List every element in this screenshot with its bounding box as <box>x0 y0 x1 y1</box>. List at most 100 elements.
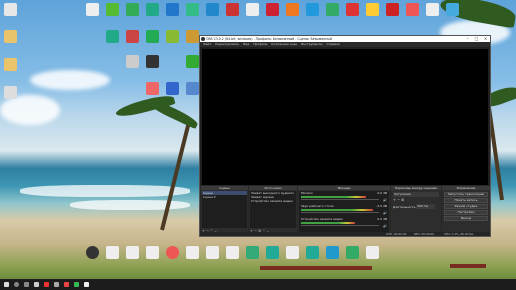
mute-icon[interactable]: 🔊 <box>383 211 387 215</box>
sources-list[interactable]: Захват выходного аудиопо Захват экрана У… <box>250 191 296 228</box>
task-view-icon[interactable] <box>24 282 29 287</box>
menu-profile[interactable]: Профиль <box>253 42 267 47</box>
volume-slider[interactable] <box>301 212 379 213</box>
desktop-app-icon[interactable] <box>366 3 379 16</box>
desktop-app-icon[interactable] <box>186 82 199 95</box>
menu-view[interactable]: Вид <box>243 42 249 47</box>
search-icon[interactable] <box>14 282 19 287</box>
desktop-app-icon[interactable] <box>146 30 159 43</box>
desktop-app-icon[interactable] <box>166 30 179 43</box>
menu-edit[interactable]: Редактировать <box>215 42 239 47</box>
menu-file[interactable]: Файл <box>203 42 211 47</box>
mute-icon[interactable]: 🔊 <box>383 224 387 228</box>
desktop-app-icon[interactable] <box>146 246 159 259</box>
start-icon[interactable] <box>4 282 9 287</box>
desktop-app-icon[interactable] <box>186 3 199 16</box>
scene-item[interactable]: Сцена 2 <box>202 195 247 199</box>
desktop-app-icon[interactable] <box>346 3 359 16</box>
taskbar-app-icon[interactable] <box>44 282 49 287</box>
desktop-app-icon[interactable] <box>126 55 139 68</box>
desktop-app-icon[interactable] <box>126 246 139 259</box>
volume-meter <box>301 209 373 211</box>
mute-icon[interactable]: 🔊 <box>383 198 387 202</box>
desktop-app-icon[interactable] <box>126 30 139 43</box>
gear-icon[interactable]: ⚙ <box>401 198 404 202</box>
desktop-app-icon[interactable] <box>186 246 199 259</box>
duration-label: Длительность <box>393 205 416 209</box>
desktop-app-icon[interactable] <box>146 55 159 68</box>
desktop-app-icon[interactable] <box>286 246 299 259</box>
duration-input[interactable]: 300 ms <box>416 204 435 209</box>
mixer-dock: Микшер Mic/Aux 0.0 dB 🔊 Звук рабочего ст… <box>298 186 390 234</box>
desktop-app-icon[interactable] <box>306 3 319 16</box>
studio-mode-button[interactable]: Режим студии <box>444 204 488 209</box>
mixer-channel: Устройство захвата видео 0.0 dB 🔊 <box>299 217 389 229</box>
taskbar-app-icon[interactable] <box>54 282 59 287</box>
desktop-app-icon[interactable] <box>126 3 139 16</box>
controls-header: Управление <box>442 186 490 190</box>
desktop-app-icon[interactable] <box>206 246 219 259</box>
transitions-header: Переходы между сценами <box>391 186 441 190</box>
scenes-list[interactable]: Сцена Сцена 2 <box>202 191 247 228</box>
volume-slider[interactable] <box>301 199 379 200</box>
source-item[interactable]: Устройство захвата видео <box>250 199 296 203</box>
desktop-app-icon[interactable] <box>366 246 379 259</box>
desktop-app-icon[interactable] <box>206 3 219 16</box>
desktop-app-icon[interactable] <box>166 82 179 95</box>
desktop-app-icon[interactable] <box>326 3 339 16</box>
desktop-app-icon[interactable] <box>226 246 239 259</box>
channel-db: -3.5 dB <box>376 204 387 208</box>
desktop-app-icon[interactable] <box>86 246 99 259</box>
desktop-app-icon[interactable] <box>146 82 159 95</box>
desktop-app-icon[interactable] <box>306 246 319 259</box>
desktop-app-icon[interactable] <box>406 3 419 16</box>
taskbar-app-icon[interactable] <box>74 282 79 287</box>
desktop-app-icon[interactable] <box>226 3 239 16</box>
desktop-app-icon[interactable] <box>386 3 399 16</box>
desktop-app-icon[interactable] <box>4 30 17 43</box>
desktop-app-icon[interactable] <box>186 55 199 68</box>
taskbar-app-icon[interactable] <box>64 282 69 287</box>
desktop-app-icon[interactable] <box>146 3 159 16</box>
desktop-app-icon[interactable] <box>426 3 439 16</box>
desktop-app-icon[interactable] <box>4 86 17 99</box>
desktop-app-icon[interactable] <box>86 3 99 16</box>
volume-slider[interactable] <box>301 225 379 226</box>
desktop-app-icon[interactable] <box>266 246 279 259</box>
desktop-app-icon[interactable] <box>4 3 17 16</box>
exit-button[interactable]: Выход <box>444 216 488 221</box>
desktop-app-icon[interactable] <box>166 3 179 16</box>
live-timer: LIVE: 00:00:00 <box>386 232 407 236</box>
settings-button[interactable]: Настройки <box>444 210 488 215</box>
desktop-app-icon[interactable] <box>4 58 17 71</box>
desktop-app-icon[interactable] <box>246 246 259 259</box>
rec-timer: REC: 00:00:00 <box>414 232 435 236</box>
desktop-app-icon[interactable] <box>326 246 339 259</box>
desktop-app-icon[interactable] <box>346 246 359 259</box>
transition-type-select[interactable]: Затухание <box>393 192 439 197</box>
menu-scene-collection[interactable]: Коллекция сцен <box>271 42 297 47</box>
add-icon[interactable]: + <box>393 198 396 202</box>
start-streaming-button[interactable]: Запустить трансляцию <box>444 192 488 197</box>
taskbar <box>0 279 516 290</box>
remove-icon[interactable]: − <box>397 198 400 202</box>
desktop-app-icon[interactable] <box>266 3 279 16</box>
desktop-app-icon[interactable] <box>166 246 179 259</box>
obs-window[interactable]: OBS 23.0.2 (64-bit, windows) - Профиль: … <box>199 35 491 237</box>
start-recording-button[interactable]: Начать запись <box>444 198 488 203</box>
taskbar-app-icon[interactable] <box>84 282 89 287</box>
desktop-app-icon[interactable] <box>446 3 459 16</box>
mixer-body: Mic/Aux 0.0 dB 🔊 Звук рабочего стола -3.… <box>299 191 389 233</box>
mixer-channel: Mic/Aux 0.0 dB 🔊 <box>299 191 389 203</box>
desktop-app-icon[interactable] <box>186 30 199 43</box>
desktop-app-icon[interactable] <box>286 3 299 16</box>
bench <box>450 264 486 268</box>
channel-name: Звук рабочего стола <box>301 204 334 208</box>
menu-tools[interactable]: Инструменты <box>301 42 322 47</box>
desktop-app-icon[interactable] <box>106 3 119 16</box>
desktop-app-icon[interactable] <box>106 246 119 259</box>
taskbar-app-icon[interactable] <box>34 282 39 287</box>
menu-help[interactable]: Справка <box>327 42 340 47</box>
desktop-app-icon[interactable] <box>106 30 119 43</box>
desktop-app-icon[interactable] <box>246 3 259 16</box>
